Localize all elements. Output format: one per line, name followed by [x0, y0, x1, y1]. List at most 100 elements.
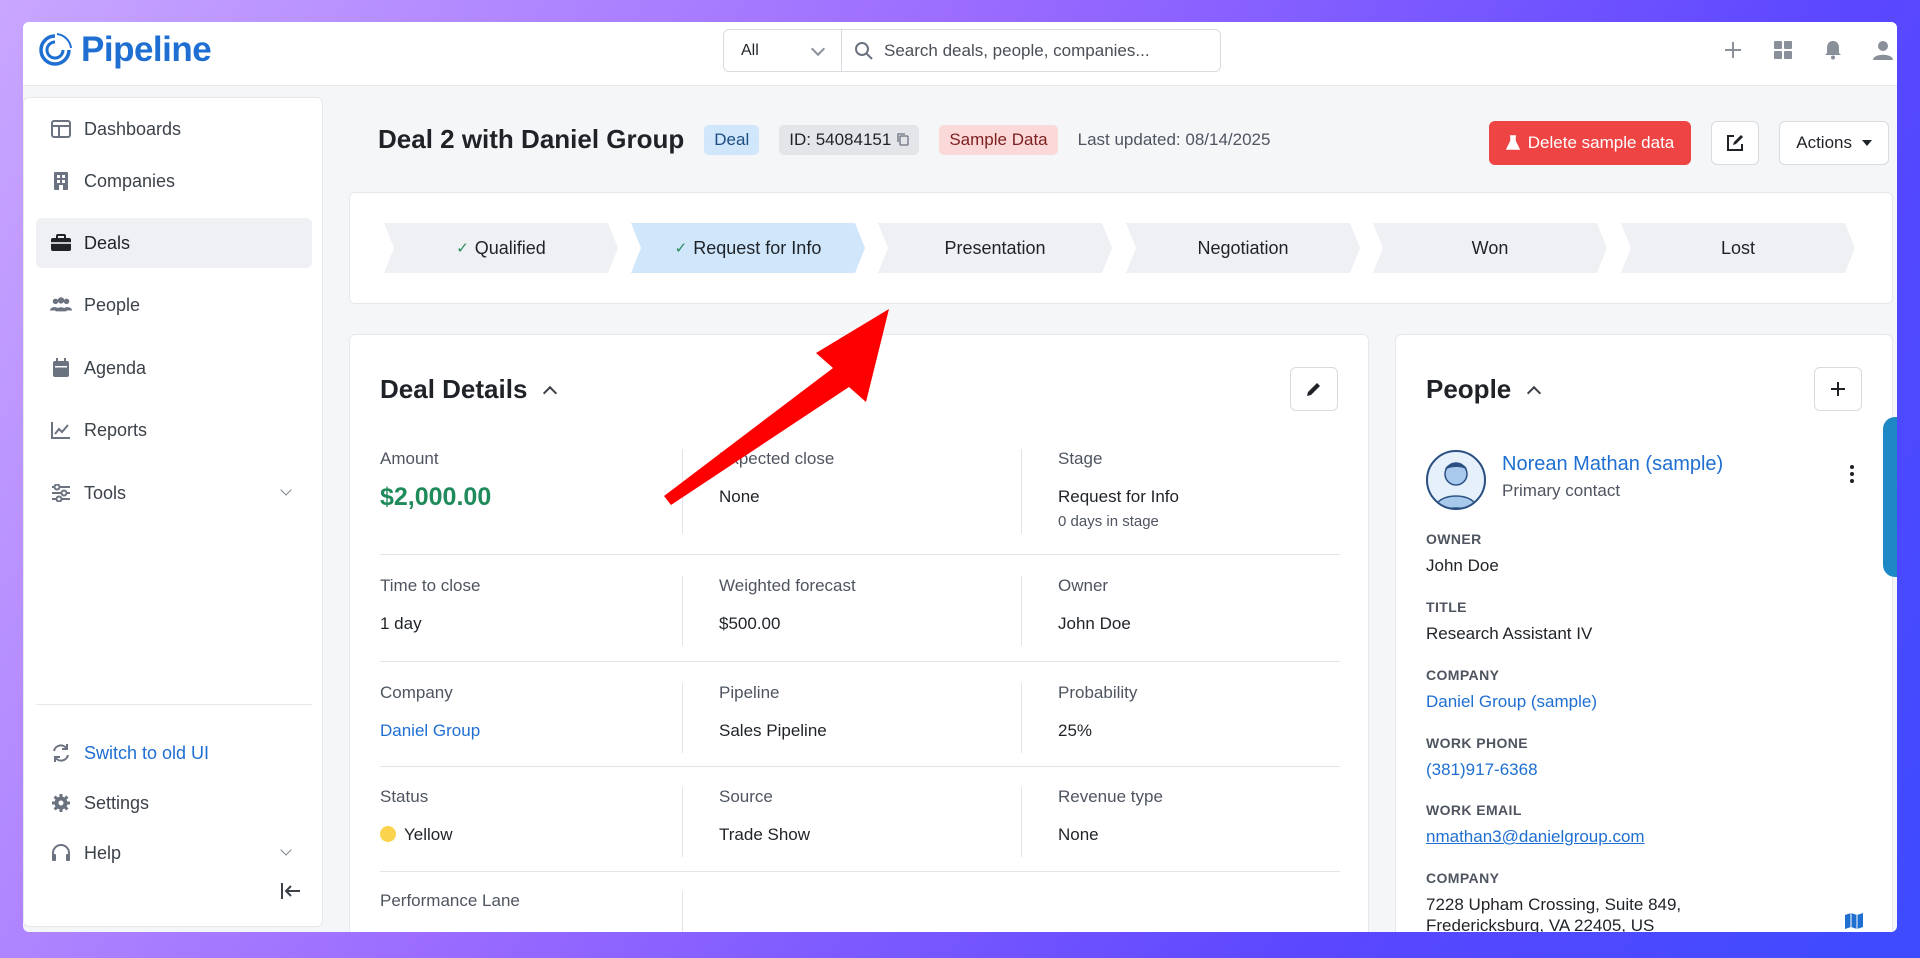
- row-divider: [380, 661, 1340, 662]
- sidebar-item-companies[interactable]: Companies: [36, 156, 312, 206]
- field-label: Probability: [1058, 683, 1138, 702]
- chart-line-icon: [50, 419, 72, 441]
- field-weighted-forecast: Weighted forecast $500.00: [719, 576, 856, 634]
- stage-won[interactable]: Won: [1373, 223, 1607, 273]
- column-divider: [682, 683, 683, 753]
- copy-icon: [897, 133, 909, 146]
- field-expected-close[interactable]: Expected close None: [719, 449, 834, 507]
- deal-id-badge[interactable]: ID: 54084151: [779, 124, 920, 155]
- row-divider: [380, 871, 1340, 872]
- contact-name-link[interactable]: Norean Mathan (sample): [1502, 453, 1723, 476]
- phone-link[interactable]: (381)917-6368: [1426, 759, 1538, 780]
- edit-details-button[interactable]: [1290, 367, 1338, 411]
- title-value: Research Assistant IV: [1426, 624, 1593, 643]
- field-probability[interactable]: Probability 25%: [1058, 683, 1137, 741]
- search-field: [842, 30, 1220, 71]
- email-link[interactable]: nmathan3@danielgroup.com: [1426, 826, 1645, 847]
- user-menu-button[interactable]: [1869, 36, 1897, 64]
- sample-data-badge: Sample Data: [939, 124, 1058, 155]
- switch-old-ui-link[interactable]: Switch to old UI: [36, 728, 312, 778]
- stage-qualified[interactable]: ✓ Qualified: [384, 223, 618, 273]
- sidebar-item-reports[interactable]: Reports: [36, 405, 312, 455]
- amount-value: $2,000.00: [380, 483, 492, 511]
- apps-button[interactable]: [1769, 36, 1797, 64]
- status-value: Yellow: [380, 825, 453, 845]
- field-label: Weighted forecast: [719, 576, 856, 595]
- contact-role: Primary contact: [1502, 481, 1621, 500]
- feedback-side-tab[interactable]: [1883, 417, 1897, 577]
- company-link[interactable]: Daniel Group (sample): [1426, 691, 1597, 712]
- column-divider: [682, 576, 683, 646]
- sidebar-divider: [36, 704, 312, 705]
- sidebar-item-label: Companies: [84, 170, 176, 191]
- sidebar-item-agenda[interactable]: Agenda: [36, 343, 312, 393]
- sidebar-item-deals[interactable]: Deals: [36, 218, 312, 268]
- field-pipeline[interactable]: Pipeline Sales Pipeline: [719, 683, 827, 741]
- field-label: Expected close: [719, 449, 835, 468]
- edit-deal-button[interactable]: [1711, 121, 1760, 165]
- days-in-stage: 0 days in stage: [1058, 513, 1159, 530]
- collapse-sidebar-button[interactable]: [280, 882, 304, 906]
- contact-owner: OWNER John Doe: [1426, 531, 1499, 576]
- column-divider: [1021, 449, 1022, 534]
- deal-details-header[interactable]: Deal Details: [380, 374, 558, 405]
- field-source[interactable]: Source Trade Show: [719, 787, 810, 845]
- contact-email: WORK EMAIL nmathan3@danielgroup.com: [1426, 802, 1645, 847]
- edit-square-icon: [1727, 135, 1744, 151]
- people-header[interactable]: People: [1426, 374, 1542, 405]
- row-divider: [380, 554, 1340, 555]
- avatar[interactable]: [1426, 450, 1486, 510]
- sidebar-item-people[interactable]: People: [36, 280, 312, 330]
- field-stage[interactable]: Stage Request for Info 0 days in stage: [1058, 449, 1179, 530]
- pipeline-stage-bar: ✓ Qualified ✓ Request for Info Presentat…: [349, 192, 1893, 304]
- notifications-button[interactable]: [1819, 36, 1847, 64]
- user-icon: [1873, 41, 1893, 60]
- field-label: Source: [719, 787, 773, 806]
- stage-value: Request for Info: [1058, 487, 1179, 506]
- header-actions: Delete sample data Actions: [1488, 121, 1889, 165]
- status-text: Yellow: [404, 825, 453, 844]
- field-label: OWNER: [1426, 531, 1482, 547]
- add-button[interactable]: [1719, 36, 1747, 64]
- people-icon: [50, 294, 72, 316]
- column-divider: [1021, 576, 1022, 646]
- stage-negotiation[interactable]: Negotiation: [1126, 223, 1360, 273]
- address-line-2: Fredericksburg, VA 22405, US: [1426, 916, 1655, 932]
- field-status[interactable]: Status Yellow: [380, 787, 453, 845]
- flask-icon: [1505, 135, 1520, 150]
- sidebar-item-label: Tools: [84, 482, 127, 503]
- sidebar-item-tools[interactable]: Tools: [36, 468, 312, 518]
- search-input[interactable]: [884, 40, 1204, 61]
- company-link[interactable]: Daniel Group: [380, 721, 480, 741]
- field-company: Company Daniel Group: [380, 683, 480, 741]
- sidebar-item-settings[interactable]: Settings: [36, 778, 312, 828]
- kebab-dot: [1850, 479, 1854, 483]
- contact-more-button[interactable]: [1850, 465, 1854, 483]
- deal-id-text: ID: 54084151: [789, 129, 892, 149]
- app-logo[interactable]: Pipeline: [35, 30, 212, 70]
- add-person-button[interactable]: [1814, 367, 1862, 411]
- people-card: People Norean Mathan (sample) Primary co…: [1395, 334, 1893, 932]
- search-filter-select[interactable]: All: [724, 30, 842, 71]
- stage-lost[interactable]: Lost: [1621, 223, 1855, 273]
- field-owner[interactable]: Owner John Doe: [1058, 576, 1131, 634]
- building-icon: [50, 170, 72, 192]
- field-performance-lane[interactable]: Performance Lane: [380, 891, 520, 911]
- stage-presentation[interactable]: Presentation: [878, 223, 1112, 273]
- briefcase-icon: [50, 232, 72, 254]
- sidebar-item-dashboards[interactable]: Dashboards: [36, 104, 312, 154]
- sidebar-item-help[interactable]: Help: [36, 828, 312, 878]
- field-label: TITLE: [1426, 599, 1467, 615]
- map-button[interactable]: [1844, 912, 1864, 932]
- sidebar-item-label: Dashboards: [84, 118, 182, 139]
- field-label: Amount: [380, 449, 439, 468]
- address-line-1: 7228 Upham Crossing, Suite 849,: [1426, 895, 1682, 914]
- field-revenue-type[interactable]: Revenue type None: [1058, 787, 1163, 845]
- row-divider: [380, 766, 1340, 767]
- probability-value: 25%: [1058, 721, 1093, 740]
- people-title: People: [1426, 374, 1512, 404]
- delete-sample-data-label: Delete sample data: [1527, 133, 1675, 152]
- delete-sample-data-button[interactable]: Delete sample data: [1488, 121, 1692, 165]
- actions-dropdown[interactable]: Actions: [1779, 121, 1889, 165]
- stage-request-for-info[interactable]: ✓ Request for Info: [631, 223, 865, 273]
